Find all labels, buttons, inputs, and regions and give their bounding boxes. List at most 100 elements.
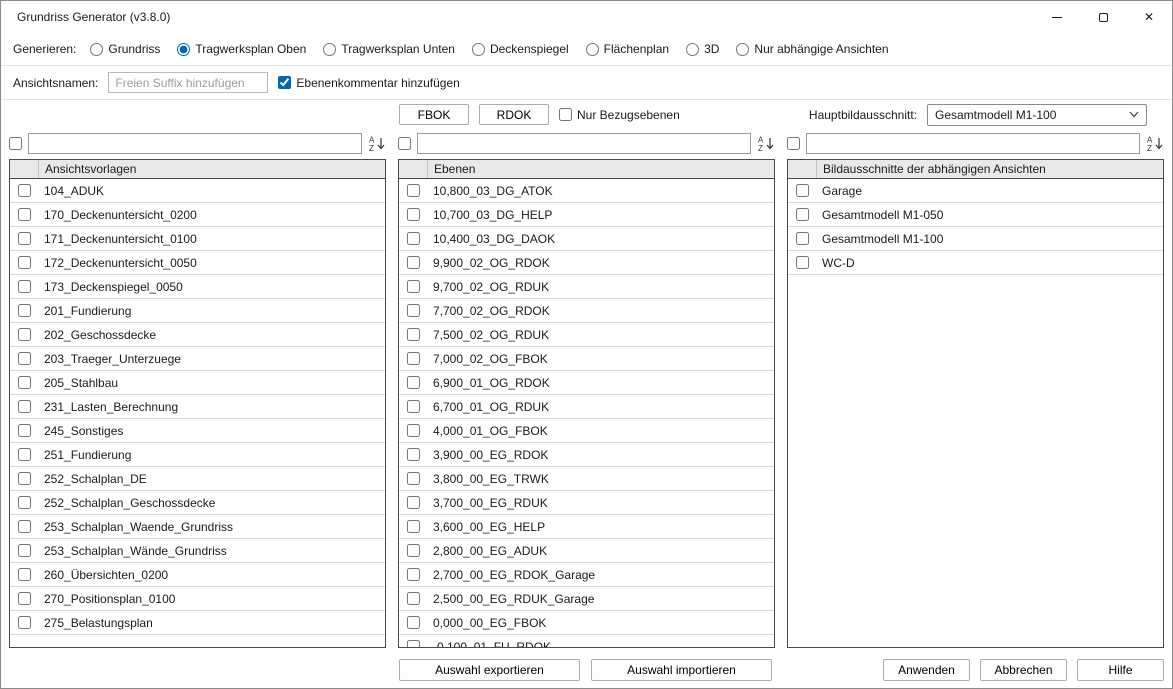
radio-option[interactable]: Nur abhängige Ansichten	[736, 42, 888, 56]
list-item[interactable]: 205_Stahlbau	[10, 371, 385, 395]
row-checkbox[interactable]	[407, 184, 420, 197]
radio-option[interactable]: Deckenspiegel	[472, 42, 569, 56]
list-item[interactable]: 260_Übersichten_0200	[10, 563, 385, 587]
row-checkbox[interactable]	[18, 544, 31, 557]
list-item[interactable]: 253_Schalplan_Waende_Grundriss	[10, 515, 385, 539]
list-item[interactable]: 4,000_01_OG_FBOK	[399, 419, 774, 443]
list-item[interactable]: 2,500_00_EG_RDUK_Garage	[399, 587, 774, 611]
radio-option[interactable]: Tragwerksplan Oben	[177, 42, 306, 56]
row-checkbox[interactable]	[18, 376, 31, 389]
sort-az-icon[interactable]: AZ	[1146, 135, 1164, 153]
auswahl-importieren-button[interactable]: Auswahl importieren	[591, 659, 772, 681]
row-checkbox[interactable]	[407, 328, 420, 341]
list-item[interactable]: 2,800_00_EG_ADUK	[399, 539, 774, 563]
ansichtsvorlagen-filter-input[interactable]	[28, 133, 362, 154]
ansichtsvorlagen-list-body[interactable]: 104_ADUK170_Deckenuntersicht_0200171_Dec…	[10, 179, 385, 647]
row-checkbox[interactable]	[18, 400, 31, 413]
list-item[interactable]: Gesamtmodell M1-100	[788, 227, 1163, 251]
nur-bezugsebenen-checkbox[interactable]: Nur Bezugsebenen	[559, 108, 680, 122]
row-checkbox[interactable]	[18, 448, 31, 461]
row-checkbox[interactable]	[18, 304, 31, 317]
list-item[interactable]: 7,000_02_OG_FBOK	[399, 347, 774, 371]
list-item[interactable]: 0,000_00_EG_FBOK	[399, 611, 774, 635]
list-item[interactable]: 252_Schalplan_Geschossdecke	[10, 491, 385, 515]
radio-input[interactable]	[686, 43, 699, 56]
ebenen-list-body[interactable]: 10,800_03_DG_ATOK10,700_03_DG_HELP10,400…	[399, 179, 774, 647]
row-checkbox[interactable]	[407, 544, 420, 557]
list-item[interactable]: WC-D	[788, 251, 1163, 275]
row-checkbox[interactable]	[18, 184, 31, 197]
row-checkbox[interactable]	[407, 616, 420, 629]
hilfe-button[interactable]: Hilfe	[1077, 659, 1164, 681]
fbok-button[interactable]: FBOK	[399, 104, 469, 125]
suffix-input[interactable]	[108, 72, 268, 93]
row-checkbox[interactable]	[18, 280, 31, 293]
nur-bezugsebenen-checkbox-input[interactable]	[559, 108, 572, 121]
radio-option[interactable]: Flächenplan	[586, 42, 669, 56]
list-item[interactable]: 172_Deckenuntersicht_0050	[10, 251, 385, 275]
list-item[interactable]: Gesamtmodell M1-050	[788, 203, 1163, 227]
list-item[interactable]: 275_Belastungsplan	[10, 611, 385, 635]
bildausschnitte-select-all-checkbox[interactable]	[787, 137, 800, 150]
anwenden-button[interactable]: Anwenden	[883, 659, 970, 681]
minimize-button[interactable]	[1034, 1, 1080, 33]
list-item[interactable]: 202_Geschossdecke	[10, 323, 385, 347]
list-item[interactable]: 251_Fundierung	[10, 443, 385, 467]
row-checkbox[interactable]	[18, 568, 31, 581]
list-item[interactable]: 3,800_00_EG_TRWK	[399, 467, 774, 491]
radio-input[interactable]	[177, 43, 190, 56]
list-item[interactable]: 7,700_02_OG_RDOK	[399, 299, 774, 323]
row-checkbox[interactable]	[407, 472, 420, 485]
list-item[interactable]: 3,700_00_EG_RDUK	[399, 491, 774, 515]
row-checkbox[interactable]	[18, 328, 31, 341]
row-checkbox[interactable]	[18, 352, 31, 365]
list-item[interactable]: 9,900_02_OG_RDOK	[399, 251, 774, 275]
row-checkbox[interactable]	[407, 520, 420, 533]
radio-option[interactable]: Tragwerksplan Unten	[323, 42, 455, 56]
row-checkbox[interactable]	[407, 232, 420, 245]
list-item[interactable]: 10,800_03_DG_ATOK	[399, 179, 774, 203]
list-item[interactable]: 6,700_01_OG_RDUK	[399, 395, 774, 419]
row-checkbox[interactable]	[407, 208, 420, 221]
row-checkbox[interactable]	[407, 304, 420, 317]
list-item[interactable]: 231_Lasten_Berechnung	[10, 395, 385, 419]
row-checkbox[interactable]	[407, 424, 420, 437]
radio-input[interactable]	[736, 43, 749, 56]
row-checkbox[interactable]	[18, 472, 31, 485]
list-item[interactable]: 3,600_00_EG_HELP	[399, 515, 774, 539]
row-checkbox[interactable]	[407, 256, 420, 269]
close-button[interactable]: ✕	[1126, 1, 1172, 33]
row-checkbox[interactable]	[407, 568, 420, 581]
row-checkbox[interactable]	[796, 184, 809, 197]
maximize-button[interactable]	[1080, 1, 1126, 33]
sort-az-icon[interactable]: AZ	[368, 135, 386, 153]
ebenenkommentar-checkbox-input[interactable]	[278, 76, 291, 89]
list-item[interactable]: 9,700_02_OG_RDUK	[399, 275, 774, 299]
list-item[interactable]: 10,700_03_DG_HELP	[399, 203, 774, 227]
row-checkbox[interactable]	[407, 376, 420, 389]
bildausschnitte-filter-input[interactable]	[806, 133, 1140, 154]
row-checkbox[interactable]	[18, 256, 31, 269]
list-item[interactable]: 245_Sonstiges	[10, 419, 385, 443]
row-checkbox[interactable]	[18, 592, 31, 605]
list-item[interactable]: -0,100_01_FU_RDOK	[399, 635, 774, 647]
row-checkbox[interactable]	[407, 592, 420, 605]
ebenenkommentar-checkbox[interactable]: Ebenenkommentar hinzufügen	[278, 76, 459, 90]
auswahl-exportieren-button[interactable]: Auswahl exportieren	[399, 659, 580, 681]
radio-input[interactable]	[586, 43, 599, 56]
list-item[interactable]: 270_Positionsplan_0100	[10, 587, 385, 611]
ebenen-filter-input[interactable]	[417, 133, 751, 154]
sort-az-icon[interactable]: AZ	[757, 135, 775, 153]
list-item[interactable]: 3,900_00_EG_RDOK	[399, 443, 774, 467]
ansichtsvorlagen-select-all-checkbox[interactable]	[9, 137, 22, 150]
rdok-button[interactable]: RDOK	[479, 104, 549, 125]
row-checkbox[interactable]	[796, 208, 809, 221]
row-checkbox[interactable]	[18, 520, 31, 533]
list-item[interactable]: 7,500_02_OG_RDUK	[399, 323, 774, 347]
list-item[interactable]: 2,700_00_EG_RDOK_Garage	[399, 563, 774, 587]
row-checkbox[interactable]	[18, 616, 31, 629]
hauptbildausschnitt-select[interactable]: Gesamtmodell M1-100	[927, 104, 1147, 126]
list-item[interactable]: 6,900_01_OG_RDOK	[399, 371, 774, 395]
row-checkbox[interactable]	[407, 280, 420, 293]
list-item[interactable]: 104_ADUK	[10, 179, 385, 203]
